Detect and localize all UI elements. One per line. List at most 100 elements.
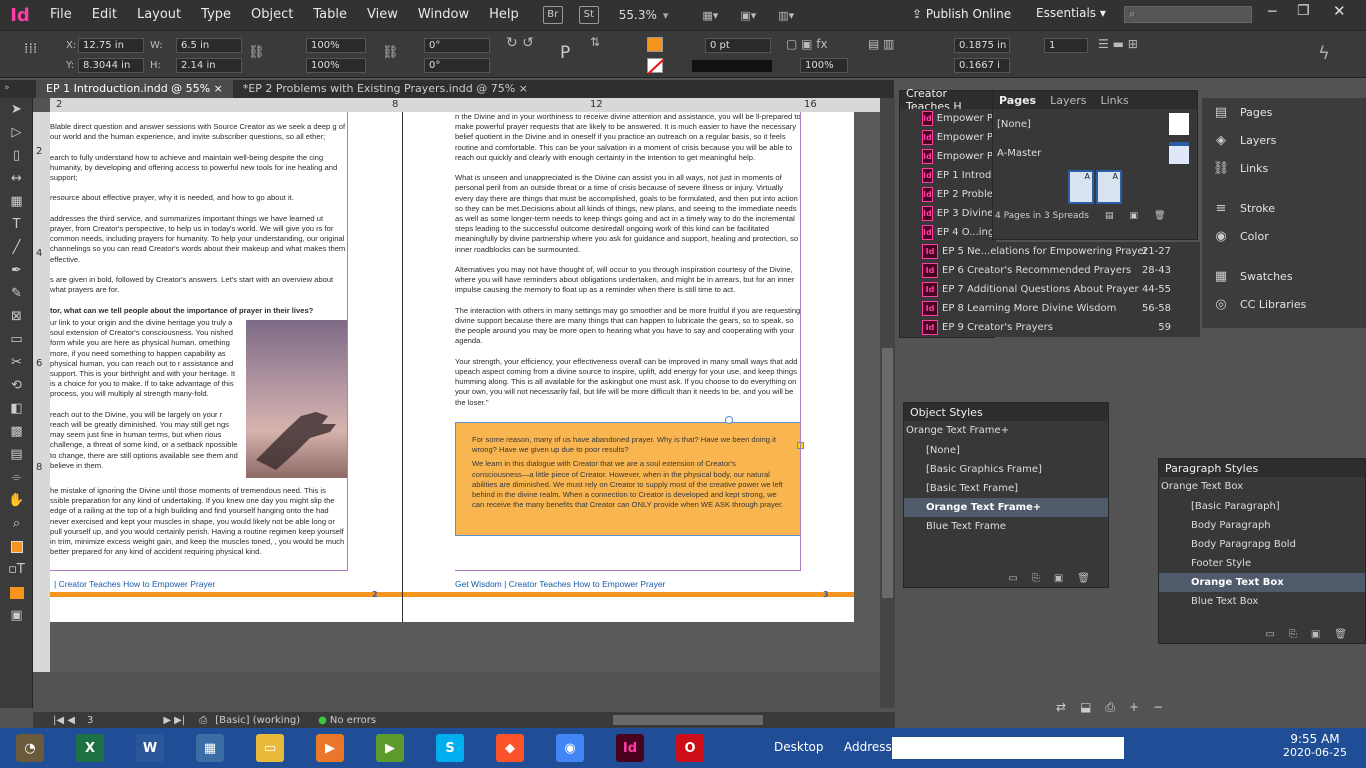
opacity-field[interactable]: 100% [800,58,848,73]
trash-icon[interactable]: 🗑 [1334,629,1347,640]
remove-icon[interactable]: − [1153,700,1163,716]
stroke-swatch[interactable] [647,58,665,75]
selection-tool-icon[interactable]: ➤ [0,98,33,121]
page-number-field[interactable]: 3 [87,715,93,726]
link-icon[interactable]: ⛓ [382,45,399,60]
taskbar-chrome[interactable]: ◉ [540,728,600,768]
open-page-icon[interactable]: ⎙ [199,715,207,726]
taskbar-excel[interactable]: X [60,728,120,768]
next-page-icon[interactable]: ▶ ▶| [163,715,185,726]
taskbar-gimp[interactable]: ◔ [0,728,60,768]
book-panel-title[interactable]: Creator Teaches H [900,87,994,113]
object-style-item[interactable]: Orange Text Frame+ [904,498,1108,517]
x-field[interactable]: 12.75 in [78,38,144,53]
taskbar-indesign[interactable]: Id [600,728,660,768]
object-style-item[interactable]: [None] [904,441,1108,460]
object-style-item[interactable]: [Basic Graphics Frame] [904,460,1108,479]
horizontal-scroll-thumb[interactable] [613,715,763,725]
dock-swatches[interactable]: ▦ Swatches [1202,262,1366,290]
fill-swatch[interactable] [647,37,663,52]
rotate-field[interactable]: 0° [424,38,490,53]
trash-icon[interactable]: 🗑 [1077,573,1090,584]
address-input[interactable] [892,737,1124,759]
page-size-icon[interactable]: ▤ [1105,211,1114,221]
hand-tool-icon[interactable]: ✋ [0,489,33,512]
alignment-icon[interactable]: ☰ ▬ ⊞ [1098,37,1138,51]
type-tool-icon[interactable]: T [0,213,33,236]
new-style-icon[interactable]: ▣ [1054,573,1063,584]
orange-text-frame[interactable]: For some reason, many of us have abandon… [455,422,801,536]
frame-fitting-icon[interactable]: ▢ ▣ fx [786,37,828,51]
trash-icon[interactable]: 🗑 [1154,211,1165,221]
book-document-row[interactable]: Id Empower Pra [900,109,1003,128]
arrange-documents-icon[interactable]: ▥▾ [778,9,794,22]
spread-thumbnails[interactable]: A A [993,167,1197,207]
object-styles-title[interactable]: Object Styles [904,403,1108,421]
menu-window[interactable]: Window [408,0,479,30]
width-field[interactable]: 6.5 in [176,38,242,53]
constrain-proportions-icon[interactable]: ⛓ [248,45,265,60]
folder-icon[interactable]: ▭ [1265,629,1274,640]
dock-pages[interactable]: ▤ Pages [1202,98,1366,126]
dock-color[interactable]: ◉ Color [1202,222,1366,250]
minimize-button[interactable]: ─ [1268,4,1276,20]
direct-selection-tool-icon[interactable]: ▷ [0,121,33,144]
line-tool-icon[interactable]: ╱ [0,236,33,259]
zoom-level[interactable]: 55.3% [619,8,657,22]
taskbar-word[interactable]: W [120,728,180,768]
object-style-item[interactable]: Blue Text Frame [904,517,1108,536]
paragraph-style-item[interactable]: Body Paragraph [1159,516,1365,535]
book-document-row[interactable]: Id EP 3 Divine I [900,204,1000,223]
book-document-row[interactable]: Id EP 4 O...ing [900,223,996,242]
tab-layers[interactable]: Layers [1050,94,1086,107]
screen-mode-icon[interactable]: ▣ [0,604,33,627]
close-icon[interactable]: × [214,82,223,95]
sync-icon[interactable]: ⇄ [1056,700,1066,716]
paragraph-style-item[interactable]: Orange Text Box [1159,573,1365,592]
rotate-icon[interactable]: ↻ ↺ [506,35,534,51]
inset-field-2[interactable]: 0.1667 i [954,58,1010,73]
paragraph-style-item[interactable]: Footer Style [1159,554,1365,573]
book-document-row[interactable]: Id EP 8 Learning More Divine Wisdom 56-58 [900,299,1200,318]
dock-cc-libraries[interactable]: ◎ CC Libraries [1202,290,1366,318]
desktop-toolbar[interactable]: Desktop [774,740,824,754]
paragraph-style-item[interactable]: [Basic Paragraph] [1159,497,1365,516]
add-icon[interactable]: + [1129,700,1139,716]
panel-collapse-icon[interactable]: » [0,80,36,98]
taskbar-opera[interactable]: O [660,728,720,768]
formatting-affects-icon[interactable]: ▫T [0,558,33,581]
publish-online-button[interactable]: ⇪ Publish Online [912,7,1011,21]
close-icon[interactable]: × [519,82,528,95]
paragraph-style-item[interactable]: Body Paragrapg Bold [1159,535,1365,554]
paragraph-style-item[interactable]: Blue Text Box [1159,592,1365,611]
y-field[interactable]: 8.3044 in [78,58,144,73]
menu-layout[interactable]: Layout [127,0,191,30]
page-thumbnail[interactable]: A [1068,170,1094,204]
note-tool-icon[interactable]: ▤ [0,443,33,466]
pencil-tool-icon[interactable]: ✎ [0,282,33,305]
menu-type[interactable]: Type [191,0,241,30]
save-icon[interactable]: ⬓ [1080,700,1091,716]
book-document-row[interactable]: Id EP 1 Introdu [900,166,998,185]
lightning-icon[interactable]: ϟ [1318,43,1330,64]
taskbar-play[interactable]: ▶ [360,728,420,768]
paragraph-styles-title[interactable]: Paragraph Styles [1159,459,1365,477]
text-frame-icon[interactable]: P [560,43,570,63]
folder-icon[interactable]: ▭ [1008,573,1017,584]
tab-ep1[interactable]: EP 1 Introduction.indd @ 55% × [36,80,233,98]
scroll-thumb[interactable] [882,348,893,598]
book-document-row[interactable]: Id Empower Pra [900,147,1003,166]
stroke-weight-field[interactable]: 0 pt [705,38,771,53]
workspace-switcher[interactable]: Essentials ▾ [1036,6,1106,20]
tab-links[interactable]: Links [1100,94,1128,107]
menu-object[interactable]: Object [241,0,303,30]
anchor-handle[interactable] [725,416,733,424]
clock[interactable]: 9:55 AM 2020-06-25 [1272,732,1358,759]
menu-file[interactable]: File [40,0,82,30]
object-style-item[interactable]: [Basic Text Frame] [904,479,1108,498]
book-document-row[interactable]: Id Empower Pra [900,128,1003,147]
gap-tool-icon[interactable]: ↔ [0,167,33,190]
first-page-icon[interactable]: |◀ ◀ [53,715,75,726]
book-document-row[interactable]: Id EP 7 Additional Questions About Prayer… [900,280,1200,299]
book-document-row[interactable]: Id EP 5 Ne...elations for Empowering Pray… [900,242,1200,261]
